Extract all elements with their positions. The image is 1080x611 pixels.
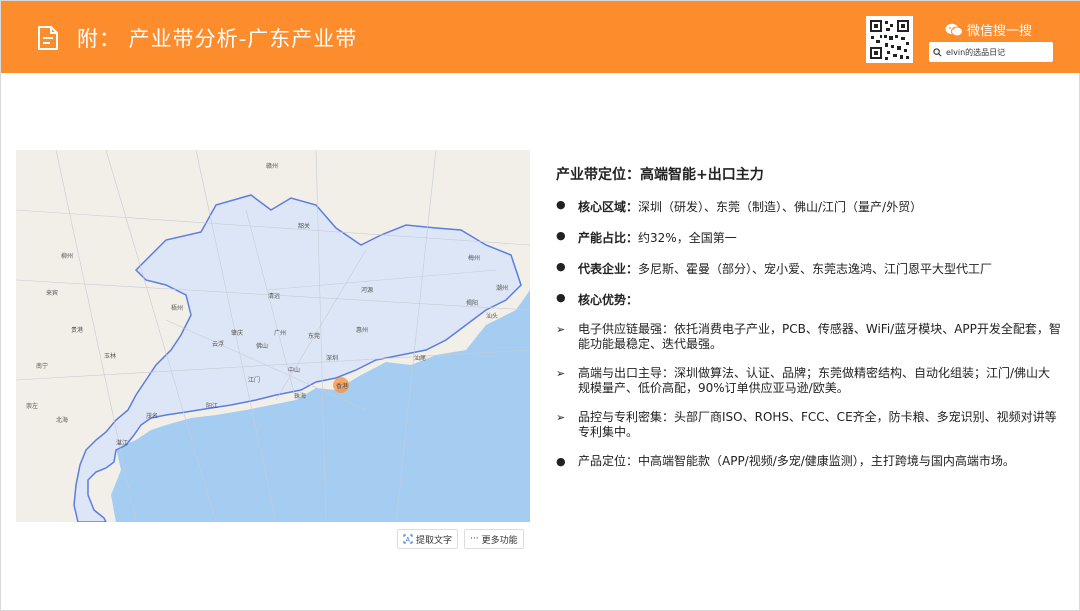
header-bar: 附： 产业带分析-广东产业带 微信搜一搜 elvin的选品日记 [1,1,1080,73]
map-label: 惠州 [356,326,368,334]
advantage-text: 电子供应链最强：依托消费电子产业，PCB、传感器、WiFi/蓝牙模块、APP开发… [578,322,1061,351]
map-label: 贵港 [71,326,83,334]
map-label: 柳州 [61,252,73,260]
map-label: 崇左 [26,402,38,410]
list-item: ● 核心区域： 深圳（研发）、东莞（制造）、佛山/江门（量产/外贸） [556,198,1061,215]
map-label: 汕尾 [414,354,426,362]
advantage-item: ➢ 品控与专利密集：头部厂商ISO、ROHS、FCC、CE齐全，防卡粮、多宠识别… [556,410,1061,440]
map-label: 湛江 [116,440,128,447]
map-label: 赣州 [266,162,278,170]
map-label: 佛山 [256,342,268,350]
item-label: 核心优势： [578,293,639,307]
list-item: ● 产能占比： 约32%，全国第一 [556,229,1061,246]
search-input[interactable]: elvin的选品日记 [929,42,1053,62]
map-label: 南宁 [36,362,48,370]
text-scan-icon: A [403,534,413,544]
extract-text-button[interactable]: A 提取文字 [397,529,459,549]
item-label: 代表企业： [578,262,639,276]
positioning-text: 产品定位：中高端智能款（APP/视频/多宠/健康监测），主打跨境与国内高端市场。 [578,454,1015,468]
arrow-bullet-icon: ➢ [556,411,566,424]
wechat-label-text: 微信搜一搜 [967,24,1033,39]
map-label: 玉林 [104,352,116,360]
more-functions-label: 更多功能 [481,535,518,546]
content-panel: 产业带定位：高端智能+出口主力 ● 核心区域： 深圳（研发）、东莞（制造）、佛山… [556,164,1061,483]
extract-text-label: 提取文字 [416,535,453,546]
advantage-text: 品控与专利密集：头部厂商ISO、ROHS、FCC、CE齐全，防卡粮、多宠识别、视… [578,410,1057,439]
advantage-item: ➢ 电子供应链最强：依托消费电子产业，PCB、传感器、WiFi/蓝牙模块、APP… [556,322,1061,352]
map-label: 深圳 [326,354,338,362]
map-label: 北海 [56,416,68,424]
map-label: 揭阳 [466,299,478,307]
item-label: 核心区域： [578,200,639,214]
bullet-dot-icon: ● [556,260,566,273]
wechat-search-label: 微信搜一搜 [945,20,1032,39]
map-label: 香港 [336,382,348,390]
map-label: 汕头 [486,312,498,320]
map-label: 中山 [288,366,300,374]
bullet-dot-icon: ● [556,198,566,211]
bullet-dot-icon: ● [556,291,566,304]
map-label: 来宾 [46,289,58,297]
search-icon [933,47,942,56]
guangdong-map: 赣州 梅州 潮州 汕头 揭阳 韶关 清远 河源 惠州 广州 佛山 东莞 深圳 香… [16,150,530,522]
slide: 附： 产业带分析-广东产业带 微信搜一搜 elvin的选品日记 赣州 梅州 潮州… [0,0,1080,611]
arrow-bullet-icon: ➢ [556,323,566,336]
item-text: 约32%，全国第一 [638,231,737,245]
map-label: 广州 [274,329,286,337]
list-item: ● 核心优势： [556,291,1061,308]
page-title: 附： 产业带分析-广东产业带 [77,27,358,51]
map-label: 云浮 [212,340,224,348]
map-canvas: 赣州 梅州 潮州 汕头 揭阳 韶关 清远 河源 惠州 广州 佛山 东莞 深圳 香… [16,150,530,522]
map-label: 肇庆 [231,329,243,337]
positioning-item: ● 产品定位：中高端智能款（APP/视频/多宠/健康监测），主打跨境与国内高端市… [556,454,1061,469]
map-label: 韶关 [298,222,310,230]
bullet-dot-icon: ● [556,229,566,242]
map-label: 清远 [268,292,280,300]
section-heading: 产业带定位：高端智能+出口主力 [556,167,764,183]
map-label: 潮州 [496,284,508,292]
map-toolbar: A 提取文字 ··· 更多功能 [397,529,524,549]
map-label: 河源 [361,286,373,294]
item-text: 深圳（研发）、东莞（制造）、佛山/江门（量产/外贸） [638,200,923,214]
map-label: 茂名 [146,412,158,420]
map-label: 梧州 [171,304,183,312]
advantage-item: ➢ 高端与出口主导：深圳做算法、认证、品牌；东莞做精密结构、自动化组装；江门/佛… [556,366,1061,396]
item-label: 产能占比： [578,231,639,245]
bullet-dot-icon: ● [556,455,566,468]
qr-code-icon [866,16,913,63]
map-label: 江门 [248,376,260,384]
document-icon [38,26,58,50]
search-value: elvin的选品日记 [946,47,1006,57]
map-label: 阳江 [206,402,218,410]
arrow-bullet-icon: ➢ [556,367,566,380]
svg-text:A: A [406,537,411,544]
item-text: 多尼斯、霍曼（部分）、宠小爱、东莞志逸鸿、江门恩平大型代工厂 [638,262,993,276]
wechat-icon [945,23,963,36]
ellipsis-icon: ··· [470,534,479,544]
map-label: 珠海 [294,392,306,400]
more-functions-button[interactable]: ··· 更多功能 [464,529,524,549]
map-label: 东莞 [308,332,320,340]
list-item: ● 代表企业： 多尼斯、霍曼（部分）、宠小爱、东莞志逸鸿、江门恩平大型代工厂 [556,260,1061,277]
advantage-text: 高端与出口主导：深圳做算法、认证、品牌；东莞做精密结构、自动化组装；江门/佛山大… [578,366,1051,395]
map-label: 梅州 [468,254,480,262]
